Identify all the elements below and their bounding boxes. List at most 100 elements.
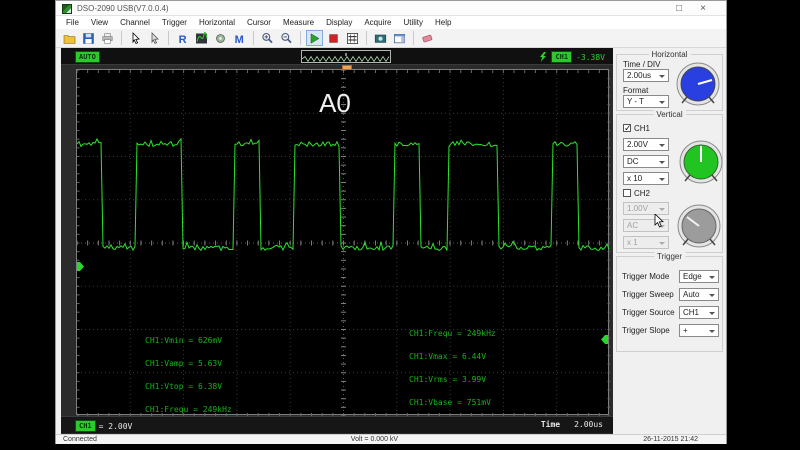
math-icon[interactable]: M	[231, 30, 248, 46]
erase-icon[interactable]	[419, 30, 436, 46]
horizontal-group: Horizontal Time / DIV 2.00us Format Y - …	[616, 54, 723, 111]
trigger-header: Trigger	[654, 252, 685, 261]
horizontal-knob[interactable]	[676, 62, 720, 106]
menu-item-horizontal[interactable]: Horizontal	[193, 16, 241, 29]
time-label: Time	[541, 420, 560, 429]
ch1-position-knob[interactable]	[679, 140, 723, 184]
channel1-position-marker[interactable]	[77, 262, 85, 271]
trigger-slope-select[interactable]: +	[679, 324, 719, 337]
menu-item-cursor[interactable]: Cursor	[241, 16, 277, 29]
measurement-readout: CH1:Vmax = 6.44V	[409, 345, 496, 368]
volt-status: Volt = 0.000 kV	[351, 436, 398, 443]
cursor-select-icon[interactable]	[127, 30, 144, 46]
ch2-checkbox-box	[623, 189, 631, 197]
format-select[interactable]: Y - T	[623, 95, 669, 108]
mouse-cursor	[654, 214, 664, 228]
horizontal-header: Horizontal	[648, 50, 690, 59]
waveform-annotation: A0	[319, 88, 351, 119]
trigger-lightning-icon	[539, 52, 547, 63]
app-window: DSO-2090 USB(V7.0.0.4) □ × FileViewChann…	[55, 0, 727, 444]
zoom-in-icon[interactable]	[259, 30, 276, 46]
control-panel: Horizontal Time / DIV 2.00us Format Y - …	[613, 48, 726, 434]
channel-readout: CH1 = 2.00V	[75, 420, 132, 432]
connection-status: Connected	[63, 436, 97, 443]
trigger-group: Trigger Trigger ModeEdgeTrigger SweepAut…	[616, 256, 723, 352]
scope-display: AUTO CH1 -3.38V A0 CH1:Vmin = 626mVCH1:V…	[61, 48, 613, 434]
menu-item-channel[interactable]: Channel	[114, 16, 156, 29]
ch1-coupling-select[interactable]: DC	[623, 155, 669, 168]
svg-text:R: R	[179, 33, 187, 44]
panel-toggle-icon[interactable]	[391, 30, 408, 46]
ch2-label: CH2	[634, 189, 650, 198]
channel-badge: CH1	[75, 420, 96, 432]
menu-item-view[interactable]: View	[85, 16, 114, 29]
cursor-track-icon[interactable]	[146, 30, 163, 46]
trigger-channel-badge: CH1	[551, 51, 572, 63]
graticule-plot-area[interactable]: A0 CH1:Vmin = 626mVCH1:Vamp = 5.63V CH1:V…	[76, 69, 609, 415]
measurement-readout: CH1:Vrms = 3.99V	[409, 368, 496, 391]
datetime-status: 26-11-2015 21:42	[643, 436, 698, 443]
open-icon[interactable]	[61, 30, 78, 46]
trigger-level-value: -3.38V	[576, 53, 605, 62]
filter-icon[interactable]	[212, 30, 229, 46]
ch1-checkbox[interactable]: CH1	[623, 124, 650, 133]
ch2-checkbox[interactable]: CH2	[623, 189, 650, 198]
vertical-header: Vertical	[653, 110, 685, 119]
menu-item-acquire[interactable]: Acquire	[358, 16, 397, 29]
menu-bar: FileViewChannelTriggerHorizontalCursorMe…	[56, 16, 726, 29]
svg-text:M: M	[235, 33, 244, 44]
close-button[interactable]: ×	[694, 2, 712, 15]
capture-icon[interactable]	[372, 30, 389, 46]
stop-icon[interactable]	[325, 30, 342, 46]
measurement-readout: CH1:Vamp = 5.63V	[145, 352, 232, 375]
fft-icon[interactable]	[193, 30, 210, 46]
menu-item-trigger[interactable]: Trigger	[156, 16, 193, 29]
title-bar: DSO-2090 USB(V7.0.0.4) □ ×	[56, 1, 726, 16]
status-bar: Connected Volt = 0.000 kV 26-11-2015 21:…	[56, 434, 726, 444]
time-div-select[interactable]: 2.00us	[623, 69, 669, 82]
trigger-level-marker[interactable]	[600, 335, 608, 344]
toolbar-separator	[300, 31, 301, 45]
acquisition-mode-badge: AUTO	[75, 51, 100, 63]
trigger-mode-select[interactable]: Edge	[679, 270, 719, 283]
toolbar: RM	[56, 29, 726, 48]
time-div-value: 2.00us	[574, 420, 603, 429]
menu-item-display[interactable]: Display	[320, 16, 358, 29]
measurement-readout: CH1:Frequ = 249kHz	[409, 322, 496, 345]
ch1-label: CH1	[634, 124, 650, 133]
measurement-readout: CH1:Vbase = 751mV	[409, 391, 496, 414]
save-icon[interactable]	[80, 30, 97, 46]
window-title: DSO-2090 USB(V7.0.0.4)	[77, 4, 169, 13]
measurement-readout: CH1:Vmin = 626mV	[145, 329, 232, 352]
channel-volts-div: = 2.00V	[99, 422, 133, 431]
menu-item-file[interactable]: File	[60, 16, 85, 29]
trigger-readout: CH1 -3.38V	[539, 51, 605, 63]
scope-status-bottom: CH1 = 2.00V Time 2.00us	[61, 416, 613, 433]
scope-status-top: AUTO CH1 -3.38V	[61, 48, 613, 65]
ch1-volts-select[interactable]: 2.00V	[623, 138, 669, 151]
timebase-readout: Time 2.00us	[541, 420, 603, 429]
refresh-r-icon[interactable]: R	[174, 30, 191, 46]
menu-item-measure[interactable]: Measure	[277, 16, 320, 29]
ch2-probe-select[interactable]: x 1	[623, 236, 669, 249]
trigger-sweep-select[interactable]: Auto	[679, 288, 719, 301]
autoset-icon[interactable]	[344, 30, 361, 46]
toolbar-separator	[366, 31, 367, 45]
ch1-probe-select[interactable]: x 10	[623, 172, 669, 185]
waveform-preview-box[interactable]	[301, 50, 391, 63]
print-icon[interactable]	[99, 30, 116, 46]
start-icon[interactable]	[306, 30, 323, 46]
trigger-sweep-label: Trigger Sweep	[622, 290, 674, 299]
toolbar-separator	[168, 31, 169, 45]
time-div-label: Time / DIV	[623, 60, 660, 69]
ch2-position-knob[interactable]	[677, 204, 721, 248]
maximize-button[interactable]: □	[670, 2, 688, 15]
format-label: Format	[623, 86, 648, 95]
trigger-source-select[interactable]: CH1	[679, 306, 719, 319]
ch1-checkbox-box	[623, 124, 631, 132]
trigger-slope-label: Trigger Slope	[622, 326, 670, 335]
vertical-group: Vertical CH1 2.00V DC x 10 CH2 1.00V AC …	[616, 114, 723, 253]
menu-item-utility[interactable]: Utility	[397, 16, 429, 29]
menu-item-help[interactable]: Help	[429, 16, 457, 29]
zoom-out-icon[interactable]	[278, 30, 295, 46]
